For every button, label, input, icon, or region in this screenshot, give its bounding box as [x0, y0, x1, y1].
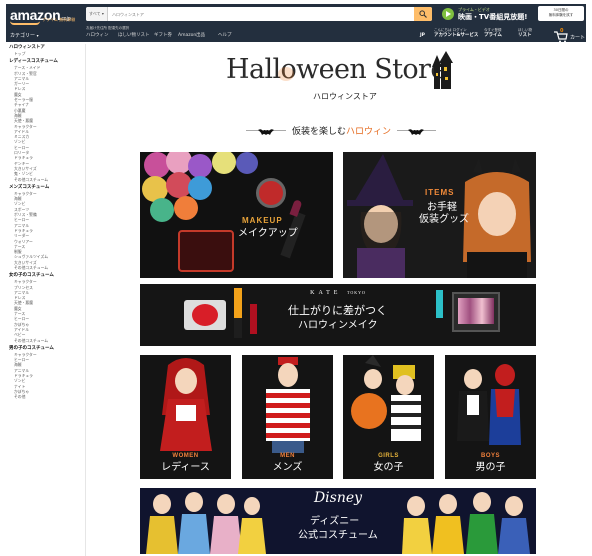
deliver-to-link[interactable]: お届け先住所 配達先の選択: [86, 26, 129, 31]
kate-jp-line2: ハロウィンメイク: [298, 320, 378, 331]
girls-category-card[interactable]: GIRLS 女の子: [343, 355, 434, 479]
trial-line2: 無料体験を試す: [548, 12, 574, 17]
disney-jp-line1: ディズニー: [310, 516, 360, 527]
men-costume-image: [266, 357, 310, 453]
prime-trial-link[interactable]: プライム 無料体験: [42, 17, 75, 22]
language-label: JP: [420, 33, 425, 38]
disney-logo: Disney: [296, 490, 380, 506]
disney-costume-banner[interactable]: Disney ディズニー 公式コスチューム: [140, 488, 536, 554]
girls-costume-image: [351, 355, 421, 441]
cart-count: 0: [560, 28, 564, 34]
eyeliner-image: [234, 288, 242, 318]
items-jp-line1: お手軽: [427, 202, 457, 213]
eyeliner-cap-image: [234, 318, 242, 338]
nav-link-help[interactable]: ヘルプ: [218, 32, 232, 38]
witch-girl-image: [347, 154, 413, 278]
lipstick3-image: [436, 290, 443, 318]
prime-video-ad[interactable]: プライム・ビデオ 映画・TV番組見放題!: [442, 7, 534, 21]
makeup-jp-label: メイクアップ: [238, 228, 298, 239]
items-banner[interactable]: ITEMS お手軽 仮装グッズ: [343, 152, 536, 278]
category-jp-label: メンズ: [272, 462, 303, 473]
page: amazon.co.jp プライム 無料体験 すべて ▾ プライム・ビデオ 映画…: [0, 0, 592, 556]
sidebar-item[interactable]: その他コスチューム: [6, 338, 85, 343]
devil-girl-image: [463, 158, 531, 278]
tagline-highlight: ハロウィン: [346, 127, 392, 137]
free-trial-button[interactable]: 30日間の 無料体験を試す: [538, 6, 584, 21]
account-line2: アカウント&サービス: [434, 33, 479, 38]
disney-kids-left-image: [146, 492, 266, 554]
tagline-text: 仮装を楽しむハロウィン: [286, 124, 398, 137]
boys-costume-image: [457, 364, 521, 445]
red-cream-image: [192, 304, 218, 326]
haunted-castle-icon: [432, 51, 453, 89]
nav-row: カテゴリー ▾ お届け先住所 配達先の選択 ハロウィン ほしい物リスト ギフト券…: [6, 26, 586, 43]
nav-link-halloween[interactable]: ハロウィン: [86, 32, 109, 38]
category-menu-label: カテゴリー: [10, 33, 36, 39]
category-menu-button[interactable]: カテゴリー ▾: [10, 32, 39, 39]
sidebar-item[interactable]: トップ: [6, 51, 85, 56]
items-jp-line2: 仮装グッズ: [419, 214, 469, 225]
list-line1: ほしい物: [518, 28, 532, 32]
sidebar-item[interactable]: その他コスチューム: [6, 265, 85, 270]
disney-logo-text: Disney: [313, 490, 363, 506]
kate-brand-text: KATE: [310, 290, 342, 296]
category-jp-label: 男の子: [475, 462, 506, 473]
glitter-jar-image: [256, 178, 286, 208]
search-category-dropdown[interactable]: すべて ▾: [86, 7, 108, 21]
nav-link-sell[interactable]: Amazon出品: [178, 32, 205, 38]
prime-nav-line1: 今すぐ登録: [484, 28, 502, 32]
lipstick3-cap-image: [436, 318, 443, 340]
bat-icon: [408, 128, 424, 139]
top-nav-bar: amazon.co.jp プライム 無料体験 すべて ▾ プライム・ビデオ 映画…: [6, 4, 586, 43]
lipstick2-image: [250, 304, 257, 334]
nav-link-gift-cards[interactable]: ギフト券: [154, 32, 172, 38]
search-bar: すべて ▾: [86, 7, 432, 21]
kate-brand-logo: KATE TOKYO: [288, 290, 388, 296]
kate-jp-line1: 仕上がりに差がつく: [288, 304, 387, 317]
men-category-card[interactable]: MEN メンズ: [242, 355, 333, 479]
wishlist-nav-link[interactable]: ほしい物 リスト: [518, 28, 532, 38]
logo-smile-icon: [10, 21, 40, 25]
search-icon: [419, 10, 427, 18]
cart-button[interactable]: 0 カート: [554, 28, 586, 43]
boys-category-card[interactable]: BOYS 男の子: [445, 355, 536, 479]
makeup-en-label: MAKEUP: [242, 216, 283, 225]
caret-down-icon: ▾: [36, 33, 39, 38]
women-costume-image: [160, 358, 212, 451]
search-input[interactable]: [112, 9, 402, 19]
search-button[interactable]: [414, 7, 432, 21]
pumpkin-icon: [278, 67, 294, 81]
prime-nav-line2: プライム: [484, 33, 502, 38]
halloween-store-logo: Halloween Store ハロウィンストア: [226, 51, 466, 102]
category-jp-label: レディース: [161, 462, 210, 473]
eyeshadow-quad-fill: [458, 298, 494, 324]
cart-label: カート: [570, 35, 586, 41]
search-dropdown-label: すべて: [89, 11, 101, 16]
nav-link-wishlist[interactable]: ほしい物リスト: [118, 32, 150, 38]
items-en-label: ITEMS: [425, 188, 455, 197]
main-content: Halloween Store ハロウィンストア 仮装を楽しむハロウィン MAK…: [88, 44, 586, 556]
makeup-case-image: [178, 230, 234, 272]
category-jp-label: 女の子: [373, 462, 404, 473]
prime-ad-line2: 映画・TV番組見放題!: [458, 13, 528, 21]
category-sidebar: ハロウィンストア トップ レディースコスチューム ナース・メイド ポリス・警官 アニマルガ…: [6, 44, 86, 556]
account-line1: こんにちは ログイン: [434, 28, 467, 32]
prime-nav-link[interactable]: 今すぐ登録 プライム: [484, 28, 502, 38]
kate-makeup-banner[interactable]: KATE TOKYO 仕上がりに差がつく ハロウィンメイク: [140, 284, 536, 346]
store-subtitle: ハロウィンストア: [313, 92, 377, 101]
tagline-pre: 仮装を楽しむ: [292, 127, 347, 137]
disney-kids-right-image: [402, 492, 530, 554]
sidebar-item[interactable]: その他: [6, 394, 85, 399]
women-category-card[interactable]: WOMEN レディース: [140, 355, 231, 479]
sidebar-item[interactable]: その他コスチューム: [6, 177, 85, 182]
kate-brand-sub: TOKYO: [346, 290, 366, 295]
play-icon: [442, 8, 454, 20]
language-selector[interactable]: JP: [420, 28, 425, 38]
list-line2: リスト: [518, 33, 532, 38]
account-menu[interactable]: こんにちは ログイン アカウント&サービス: [434, 28, 478, 38]
bat-icon: [258, 128, 274, 139]
makeup-banner[interactable]: MAKEUP メイクアップ: [140, 152, 333, 278]
disney-jp-line2: 公式コスチューム: [298, 530, 378, 541]
